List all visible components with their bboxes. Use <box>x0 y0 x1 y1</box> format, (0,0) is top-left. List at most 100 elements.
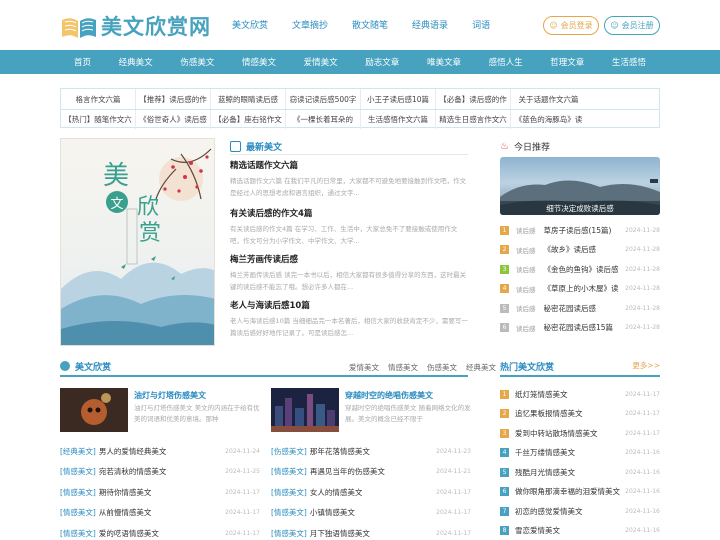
list-item[interactable]: [伤感美文] 那年花落情感美文 2024-11-23 <box>271 444 471 458</box>
grid-link[interactable]: 【热门】随笔作文六 <box>61 110 136 129</box>
item-title[interactable]: 那年花落情感美文 <box>310 446 436 457</box>
register-button[interactable]: ☺ 会员注册 <box>604 16 660 35</box>
list-item[interactable]: [情感美文] 月下独语情感美文 2024-11-17 <box>271 526 471 540</box>
item-title[interactable]: 爱的呓语情感美文 <box>99 528 225 539</box>
section-tab[interactable]: 伤感美文 <box>427 362 457 373</box>
list-item[interactable]: [情感美文] 女人的情感美文 2024-11-17 <box>271 485 471 499</box>
item-category[interactable]: [情感美文] <box>271 528 307 539</box>
feature-thumbnail[interactable] <box>60 388 128 432</box>
item-title[interactable]: 《故乡》读后感 <box>544 244 626 255</box>
main-nav-item[interactable]: 感悟人生 <box>489 56 523 68</box>
grid-link[interactable]: 窃读记读后感500字 <box>286 89 361 109</box>
grid-link[interactable]: 【必备】座右铭作文 <box>211 110 286 129</box>
main-nav-item[interactable]: 爱情美文 <box>304 56 338 68</box>
item-title[interactable]: 《金色的鱼钩》读后感 <box>544 264 626 275</box>
list-item[interactable]: [情感美文] 小镇情感美文 2024-11-17 <box>271 506 471 520</box>
grid-link[interactable]: 生活感悟作文六篇 <box>361 110 436 129</box>
list-item[interactable]: [情感美文] 期待你情感美文 2024-11-17 <box>60 485 260 499</box>
list-item[interactable]: [情感美文] 爱的呓语情感美文 2024-11-17 <box>60 526 260 540</box>
item-title[interactable]: 雪恋爱情美文 <box>515 525 625 536</box>
feature-title[interactable]: 油灯与灯塔伤感美文 <box>134 390 206 401</box>
item-title[interactable]: 女人的情感美文 <box>310 487 436 498</box>
main-nav-item[interactable]: 生活感悟 <box>612 56 646 68</box>
grid-link[interactable]: 精选生日感言作文六 <box>436 110 511 129</box>
more-link[interactable]: 更多>> <box>632 360 660 371</box>
main-nav-item[interactable]: 经典美文 <box>119 56 153 68</box>
grid-link[interactable]: 蓝鲸的眼睛读后感 <box>211 89 286 109</box>
item-category[interactable]: [情感美文] <box>271 466 307 477</box>
main-nav-item[interactable]: 首页 <box>74 56 91 68</box>
item-category[interactable]: [情感美文] <box>60 466 96 477</box>
today-list-item[interactable]: 4 读后感 《草原上的小木屋》读 2024-11-28 <box>500 282 660 296</box>
item-title[interactable]: 月下独语情感美文 <box>310 528 436 539</box>
grid-link[interactable]: 【推荐】读后感的作 <box>136 89 211 109</box>
item-category[interactable]: [情感美文] <box>60 507 96 518</box>
today-featured-image[interactable]: 细节决定成败读后感 <box>500 157 660 215</box>
grid-link[interactable]: 小王子读后感10篇 <box>361 89 436 109</box>
item-title[interactable]: 千丝万缕情感美文 <box>515 447 625 458</box>
item-title[interactable]: 小镇情感美文 <box>310 507 436 518</box>
item-title[interactable]: 残酷月光情感美文 <box>515 467 625 478</box>
today-list-item[interactable]: 1 读后感 草房子读后感(15篇) 2024-11-28 <box>500 223 660 237</box>
section-tab[interactable]: 爱情美文 <box>349 362 379 373</box>
feature-title[interactable]: 穿越时空的绝唱伤感美文 <box>345 390 433 401</box>
top-nav-link[interactable]: 词语 <box>472 18 490 31</box>
item-category[interactable]: [情感美文] <box>60 487 96 498</box>
item-category[interactable]: [情感美文] <box>271 507 307 518</box>
top-nav-link[interactable]: 文章摘抄 <box>292 18 328 31</box>
hot-list-item[interactable]: 6 做你眼角那滴幸福的泪爱情美文 2024-11-16 <box>500 485 660 499</box>
grid-link[interactable]: 关于话题作文六篇 <box>511 89 586 109</box>
section-tab[interactable]: 情感美文 <box>388 362 418 373</box>
today-list-item[interactable]: 6 读后感 秘密花园读后感15篇 2024-11-28 <box>500 321 660 335</box>
item-title[interactable]: 做你眼角那滴幸福的泪爱情美文 <box>515 486 625 497</box>
item-title[interactable]: 《草原上的小木屋》读 <box>544 283 626 294</box>
today-list-item[interactable]: 3 读后感 《金色的鱼钩》读后感 2024-11-28 <box>500 262 660 276</box>
item-title[interactable]: 宛若清秋的情感美文 <box>99 466 225 477</box>
hot-list-item[interactable]: 7 初恋的感觉爱情美文 2024-11-16 <box>500 504 660 518</box>
main-nav-item[interactable]: 情感美文 <box>242 56 276 68</box>
item-category[interactable]: [经典美文] <box>60 446 96 457</box>
item-category[interactable]: [情感美文] <box>60 528 96 539</box>
item-title[interactable]: 纸灯笼情感美文 <box>515 389 625 400</box>
site-logo[interactable]: 美文欣赏网 <box>60 10 211 42</box>
top-nav-link[interactable]: 经典语录 <box>412 18 448 31</box>
top-nav-link[interactable]: 散文随笔 <box>352 18 388 31</box>
item-title[interactable]: 男人的爱情经典美文 <box>99 446 225 457</box>
article-title[interactable]: 有关读后感的作文4篇 <box>230 207 468 219</box>
hot-list-item[interactable]: 2 追忆果板报情感美文 2024-11-17 <box>500 407 660 421</box>
item-title[interactable]: 爱到中转站散场情感美文 <box>515 428 625 439</box>
article-title[interactable]: 梅兰芳画传读后感 <box>230 253 468 265</box>
main-nav-item[interactable]: 唯美文章 <box>427 56 461 68</box>
item-title[interactable]: 追忆果板报情感美文 <box>515 408 625 419</box>
grid-link[interactable]: 《一棵长着耳朵的 <box>286 110 361 129</box>
main-nav-item[interactable]: 哲理文章 <box>550 56 584 68</box>
grid-link[interactable]: 《蓝色的海豚岛》读 <box>511 110 586 129</box>
item-title[interactable]: 期待你情感美文 <box>99 487 225 498</box>
login-button[interactable]: ☺ 会员登录 <box>543 16 599 35</box>
section-tab[interactable]: 经典美文 <box>466 362 496 373</box>
item-title[interactable]: 从前慢情感美文 <box>99 507 225 518</box>
item-title[interactable]: 秘密花园读后感15篇 <box>544 322 626 333</box>
book-cover-image[interactable]: 美 文 欣 赏 <box>60 138 215 346</box>
top-nav-link[interactable]: 美文欣赏 <box>232 18 268 31</box>
today-list-item[interactable]: 5 读后感 秘密花园读后感 2024-11-28 <box>500 301 660 315</box>
feature-thumbnail[interactable] <box>271 388 339 432</box>
grid-link[interactable]: 【必备】读后感的作 <box>436 89 511 109</box>
list-item[interactable]: [情感美文] 从前慢情感美文 2024-11-17 <box>60 506 260 520</box>
hot-list-item[interactable]: 4 千丝万缕情感美文 2024-11-16 <box>500 446 660 460</box>
list-item[interactable]: [经典美文] 男人的爱情经典美文 2024-11-24 <box>60 444 260 458</box>
hot-list-item[interactable]: 5 残酷月光情感美文 2024-11-16 <box>500 465 660 479</box>
article-title[interactable]: 精选话题作文六篇 <box>230 159 468 171</box>
grid-link[interactable]: 格言作文六篇 <box>61 89 136 109</box>
item-title[interactable]: 初恋的感觉爱情美文 <box>515 506 625 517</box>
item-title[interactable]: 秘密花园读后感 <box>544 303 626 314</box>
main-nav-item[interactable]: 励志文章 <box>365 56 399 68</box>
list-item[interactable]: [情感美文] 宛若清秋的情感美文 2024-11-25 <box>60 465 260 479</box>
hot-list-item[interactable]: 8 雪恋爱情美文 2024-11-16 <box>500 524 660 538</box>
hot-list-item[interactable]: 1 纸灯笼情感美文 2024-11-17 <box>500 387 660 401</box>
main-nav-item[interactable]: 伤感美文 <box>180 56 214 68</box>
grid-link[interactable]: 《俗世奇人》读后感 <box>136 110 211 129</box>
item-category[interactable]: [伤感美文] <box>271 446 307 457</box>
item-title[interactable]: 草房子读后感(15篇) <box>544 225 626 236</box>
item-title[interactable]: 再遇见当年的伤感美文 <box>310 466 436 477</box>
